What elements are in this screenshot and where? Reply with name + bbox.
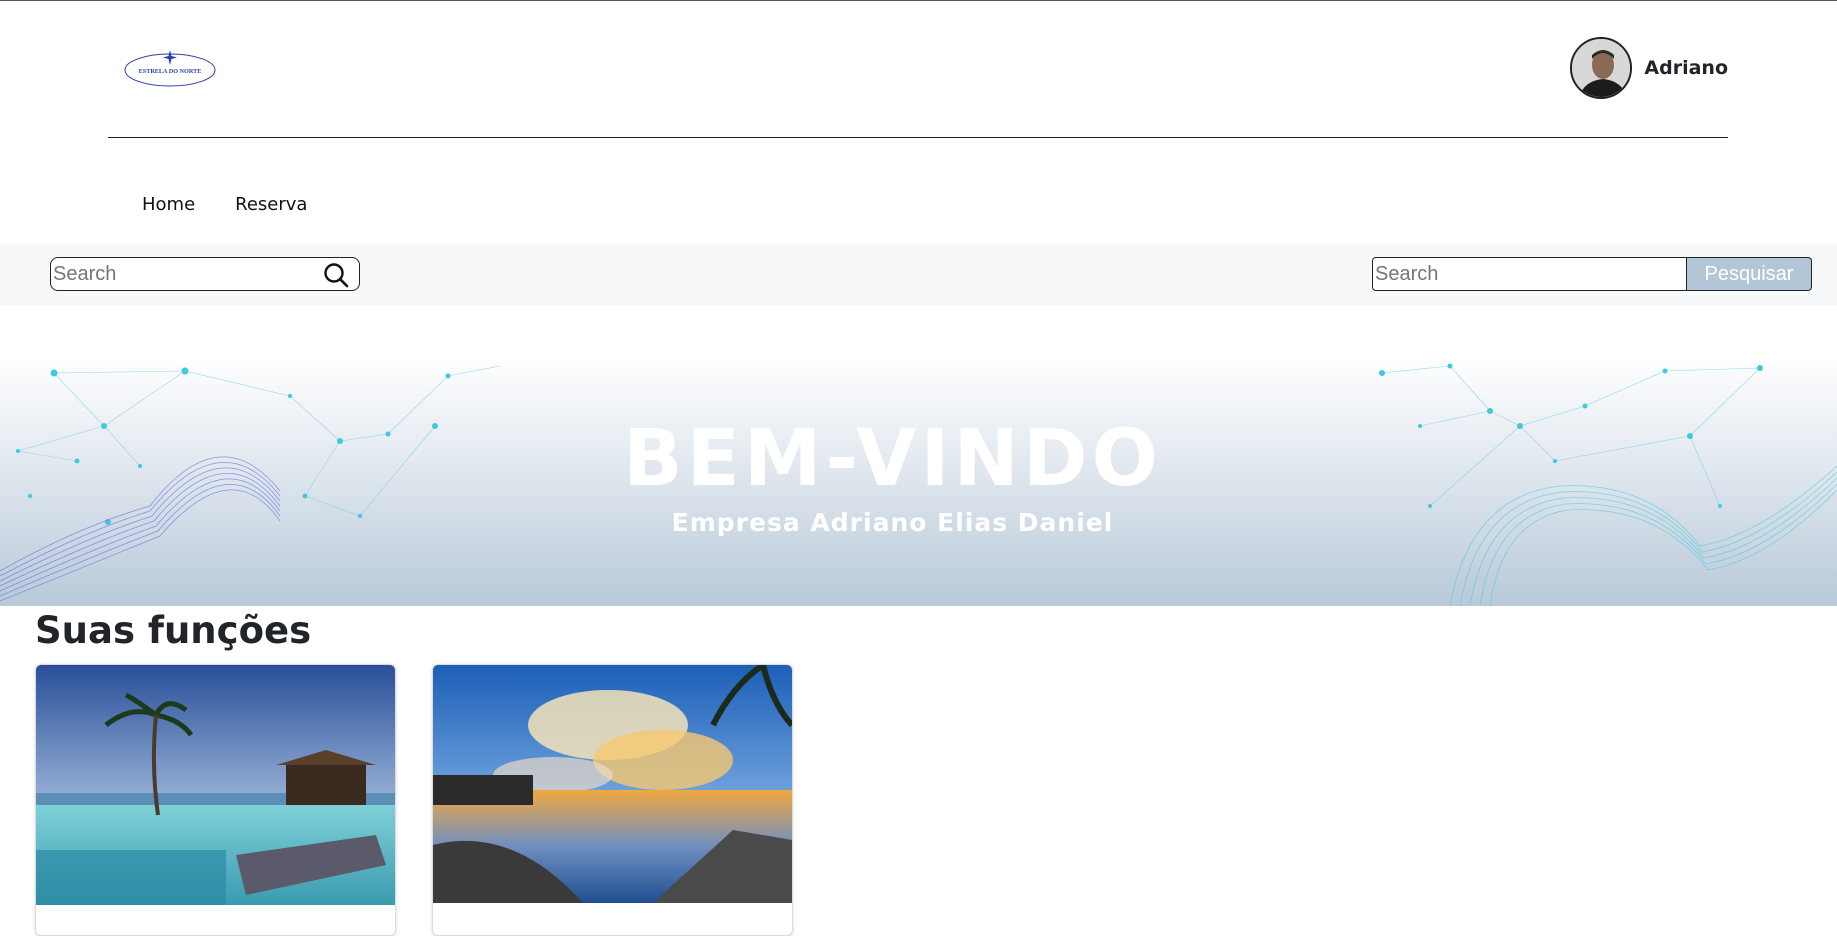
welcome-banner: BEM-VINDO Empresa Adriano Elias Daniel — [0, 356, 1837, 606]
resort-pool-image — [36, 665, 395, 905]
nav-item-home[interactable]: Home — [142, 194, 195, 215]
search-button[interactable]: Pesquisar — [1687, 257, 1812, 291]
function-card[interactable] — [35, 664, 396, 936]
section-title: Suas funções — [35, 609, 312, 652]
search-input-right[interactable] — [1372, 257, 1687, 291]
function-card[interactable] — [432, 664, 793, 936]
banner-title: BEM-VINDO — [623, 414, 1162, 504]
main-nav: Home Reserva — [142, 194, 307, 215]
search-box-right: Pesquisar — [1372, 257, 1812, 291]
header-divider — [108, 137, 1728, 138]
avatar[interactable] — [1570, 37, 1633, 99]
header: ESTRELA DO NORTE Adriano — [0, 1, 1837, 138]
nav-item-reserva[interactable]: Reserva — [235, 194, 307, 215]
search-bar: Pesquisar — [0, 243, 1837, 306]
search-input-left[interactable] — [53, 260, 283, 288]
search-icon[interactable] — [323, 262, 349, 288]
user-name: Adriano — [1644, 57, 1728, 79]
banner-subtitle: Empresa Adriano Elias Daniel — [671, 508, 1114, 537]
company-logo[interactable]: ESTRELA DO NORTE — [123, 48, 217, 88]
user-profile[interactable]: Adriano — [1570, 37, 1728, 99]
sunset-pool-image — [433, 665, 792, 903]
search-box-left — [50, 257, 360, 291]
logo-text: ESTRELA DO NORTE — [139, 68, 202, 75]
